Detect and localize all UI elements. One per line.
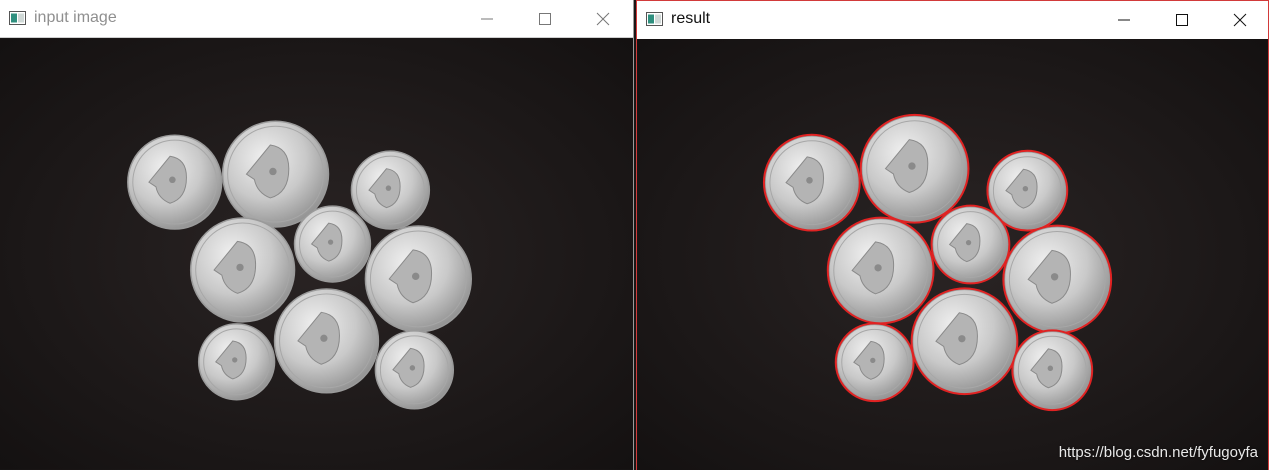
minimize-icon — [1118, 19, 1130, 21]
title-bar[interactable]: input image — [0, 0, 633, 38]
coin — [273, 288, 380, 394]
coin — [189, 217, 296, 323]
coin — [197, 323, 276, 401]
coin — [911, 288, 1018, 394]
image-canvas — [637, 39, 1268, 470]
watermark: https://blog.csdn.net/fyfugoyfa — [1058, 444, 1258, 461]
coins-detection-result — [637, 39, 1268, 470]
title-bar[interactable]: result — [637, 1, 1268, 38]
window-title: input image — [34, 9, 117, 26]
maximize-icon — [1176, 14, 1188, 26]
maximize-icon — [539, 13, 551, 25]
coin — [828, 217, 934, 324]
coin — [364, 225, 473, 333]
coin — [860, 115, 969, 223]
coin — [1003, 225, 1111, 334]
coin — [374, 330, 455, 410]
coin — [931, 205, 1010, 284]
image-canvas — [0, 38, 633, 470]
result-window: result https://blog.csdn.net/fyfugoyfa — [636, 0, 1269, 470]
close-button[interactable] — [1211, 1, 1268, 38]
maximize-button[interactable] — [1153, 1, 1211, 38]
window-title: result — [671, 10, 711, 27]
app-window-icon — [9, 11, 26, 25]
minimize-button[interactable] — [458, 0, 516, 37]
maximize-button[interactable] — [516, 0, 574, 37]
minimize-button[interactable] — [1095, 1, 1153, 38]
close-button[interactable] — [574, 0, 632, 37]
coin — [764, 135, 860, 231]
coin — [127, 134, 223, 230]
close-icon — [1233, 13, 1247, 27]
coin — [1012, 330, 1092, 410]
coins-photo — [0, 38, 633, 470]
coin — [350, 150, 431, 230]
minimize-icon — [481, 18, 493, 20]
coin — [836, 323, 914, 401]
coin — [293, 205, 372, 283]
app-window-icon — [646, 12, 663, 26]
close-icon — [596, 12, 610, 26]
input-image-window: input image — [0, 0, 634, 470]
